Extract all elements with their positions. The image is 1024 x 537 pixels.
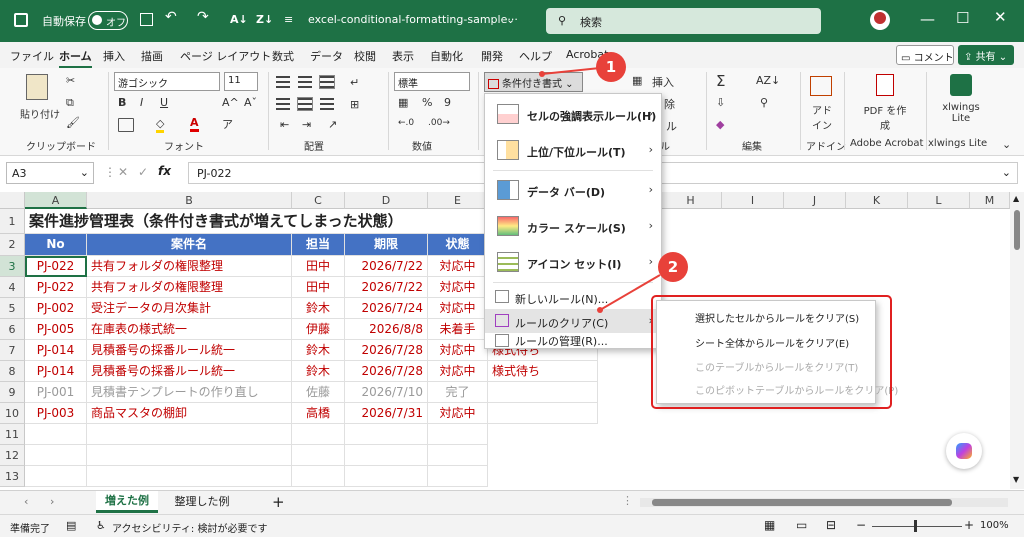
annotation-arrows [539, 67, 661, 313]
callout-badge-2: 2 [658, 252, 688, 282]
callout-badge-1: 1 [596, 52, 626, 82]
